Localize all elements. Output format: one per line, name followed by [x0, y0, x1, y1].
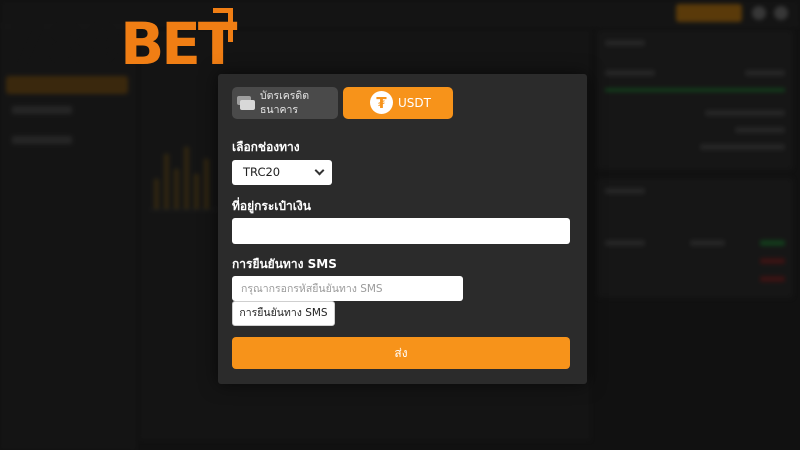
send-sms-button[interactable]: การยืนยันทาง SMS [232, 301, 335, 326]
brand-logo: 789BET [8, 8, 237, 80]
sms-code-input[interactable] [232, 276, 463, 301]
tab-bank-card-label: บัตรเครดิต ธนาคาร [260, 90, 310, 116]
sms-verification-label: การยืนยันทาง SMS [232, 257, 337, 271]
tab-usdt-label: USDT [398, 96, 431, 110]
withdraw-modal: บัตรเครดิต ธนาคาร ₮ USDT เลือกช่องทาง TR… [218, 74, 587, 384]
credit-card-icon [237, 96, 255, 110]
channel-label: เลือกช่องทาง [232, 140, 300, 154]
tab-bank-card[interactable]: บัตรเครดิต ธนาคาร [232, 87, 338, 119]
channel-select[interactable]: TRC20 [232, 160, 332, 185]
tether-icon: ₮ [370, 91, 393, 114]
chevron-down-icon [314, 165, 325, 176]
tab-usdt[interactable]: ₮ USDT [343, 87, 453, 119]
channel-selected-value: TRC20 [243, 165, 281, 179]
wallet-address-label: ที่อยู่กระเป๋าเงิน [232, 199, 311, 213]
submit-button[interactable]: ส่ง [232, 337, 570, 369]
logo-number: 789 [8, 10, 123, 78]
logo-bracket-mark [213, 8, 233, 42]
wallet-address-input[interactable] [232, 218, 570, 244]
